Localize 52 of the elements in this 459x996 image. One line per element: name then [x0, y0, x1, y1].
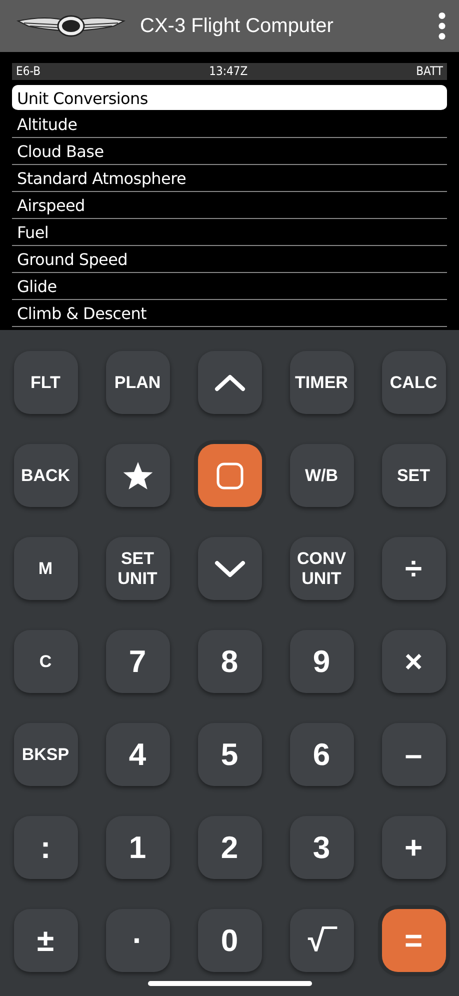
- clock-time: 13:47Z: [209, 64, 248, 79]
- keypad-key[interactable]: √‾: [290, 909, 354, 972]
- keypad-key[interactable]: [198, 351, 262, 414]
- keypad-key[interactable]: TIMER: [290, 351, 354, 414]
- chevron-up-icon: [214, 374, 246, 392]
- keypad-key[interactable]: 2: [198, 816, 262, 879]
- keypad-key[interactable]: CONV UNIT: [290, 537, 354, 600]
- battery-label: BATT: [416, 64, 443, 79]
- keypad-key[interactable]: +: [382, 816, 446, 879]
- keypad-key[interactable]: [198, 444, 262, 507]
- menu-item[interactable]: Unit Conversions: [12, 85, 447, 111]
- menu-item[interactable]: Standard Atmosphere: [12, 165, 447, 192]
- keypad-key[interactable]: :: [14, 816, 78, 879]
- keypad-key[interactable]: 9: [290, 630, 354, 693]
- keypad-key[interactable]: [106, 444, 170, 507]
- more-menu-icon[interactable]: [437, 12, 447, 40]
- keypad-key[interactable]: BACK: [14, 444, 78, 507]
- keypad-key[interactable]: ×: [382, 630, 446, 693]
- keypad-key[interactable]: 6: [290, 723, 354, 786]
- mode-label: E6-B: [16, 64, 41, 79]
- keypad-key[interactable]: 3: [290, 816, 354, 879]
- keypad-key[interactable]: 8: [198, 630, 262, 693]
- menu-item[interactable]: Cloud Base: [12, 138, 447, 165]
- star-icon: [122, 460, 154, 492]
- keypad-key[interactable]: 4: [106, 723, 170, 786]
- menu-item[interactable]: Airspeed: [12, 192, 447, 219]
- keypad-key[interactable]: BKSP: [14, 723, 78, 786]
- menu-item[interactable]: Climb & Descent: [12, 300, 447, 327]
- keypad-key[interactable]: CALC: [382, 351, 446, 414]
- keypad-key[interactable]: 1: [106, 816, 170, 879]
- menu-item[interactable]: Glide: [12, 273, 447, 300]
- keypad-key[interactable]: 0: [198, 909, 262, 972]
- keypad-key[interactable]: ÷: [382, 537, 446, 600]
- keypad-key[interactable]: SET UNIT: [106, 537, 170, 600]
- keypad-key[interactable]: C: [14, 630, 78, 693]
- menu-item[interactable]: Ground Speed: [12, 246, 447, 273]
- keypad-key[interactable]: W/B: [290, 444, 354, 507]
- menu-item[interactable]: Altitude: [12, 111, 447, 138]
- square-icon: [216, 462, 244, 490]
- keypad-key[interactable]: –: [382, 723, 446, 786]
- menu-item[interactable]: Fuel: [12, 219, 447, 246]
- keypad-key[interactable]: ±: [14, 909, 78, 972]
- keypad-key[interactable]: 7: [106, 630, 170, 693]
- keypad-key[interactable]: PLAN: [106, 351, 170, 414]
- chevron-down-icon: [214, 560, 246, 578]
- keypad-key[interactable]: FLT: [14, 351, 78, 414]
- keypad-key[interactable]: SET: [382, 444, 446, 507]
- keypad-key[interactable]: M: [14, 537, 78, 600]
- keypad-key[interactable]: [198, 537, 262, 600]
- keypad-key[interactable]: ·: [106, 909, 170, 972]
- keypad-key[interactable]: 5: [198, 723, 262, 786]
- app-title: CX-3 Flight Computer: [140, 14, 334, 38]
